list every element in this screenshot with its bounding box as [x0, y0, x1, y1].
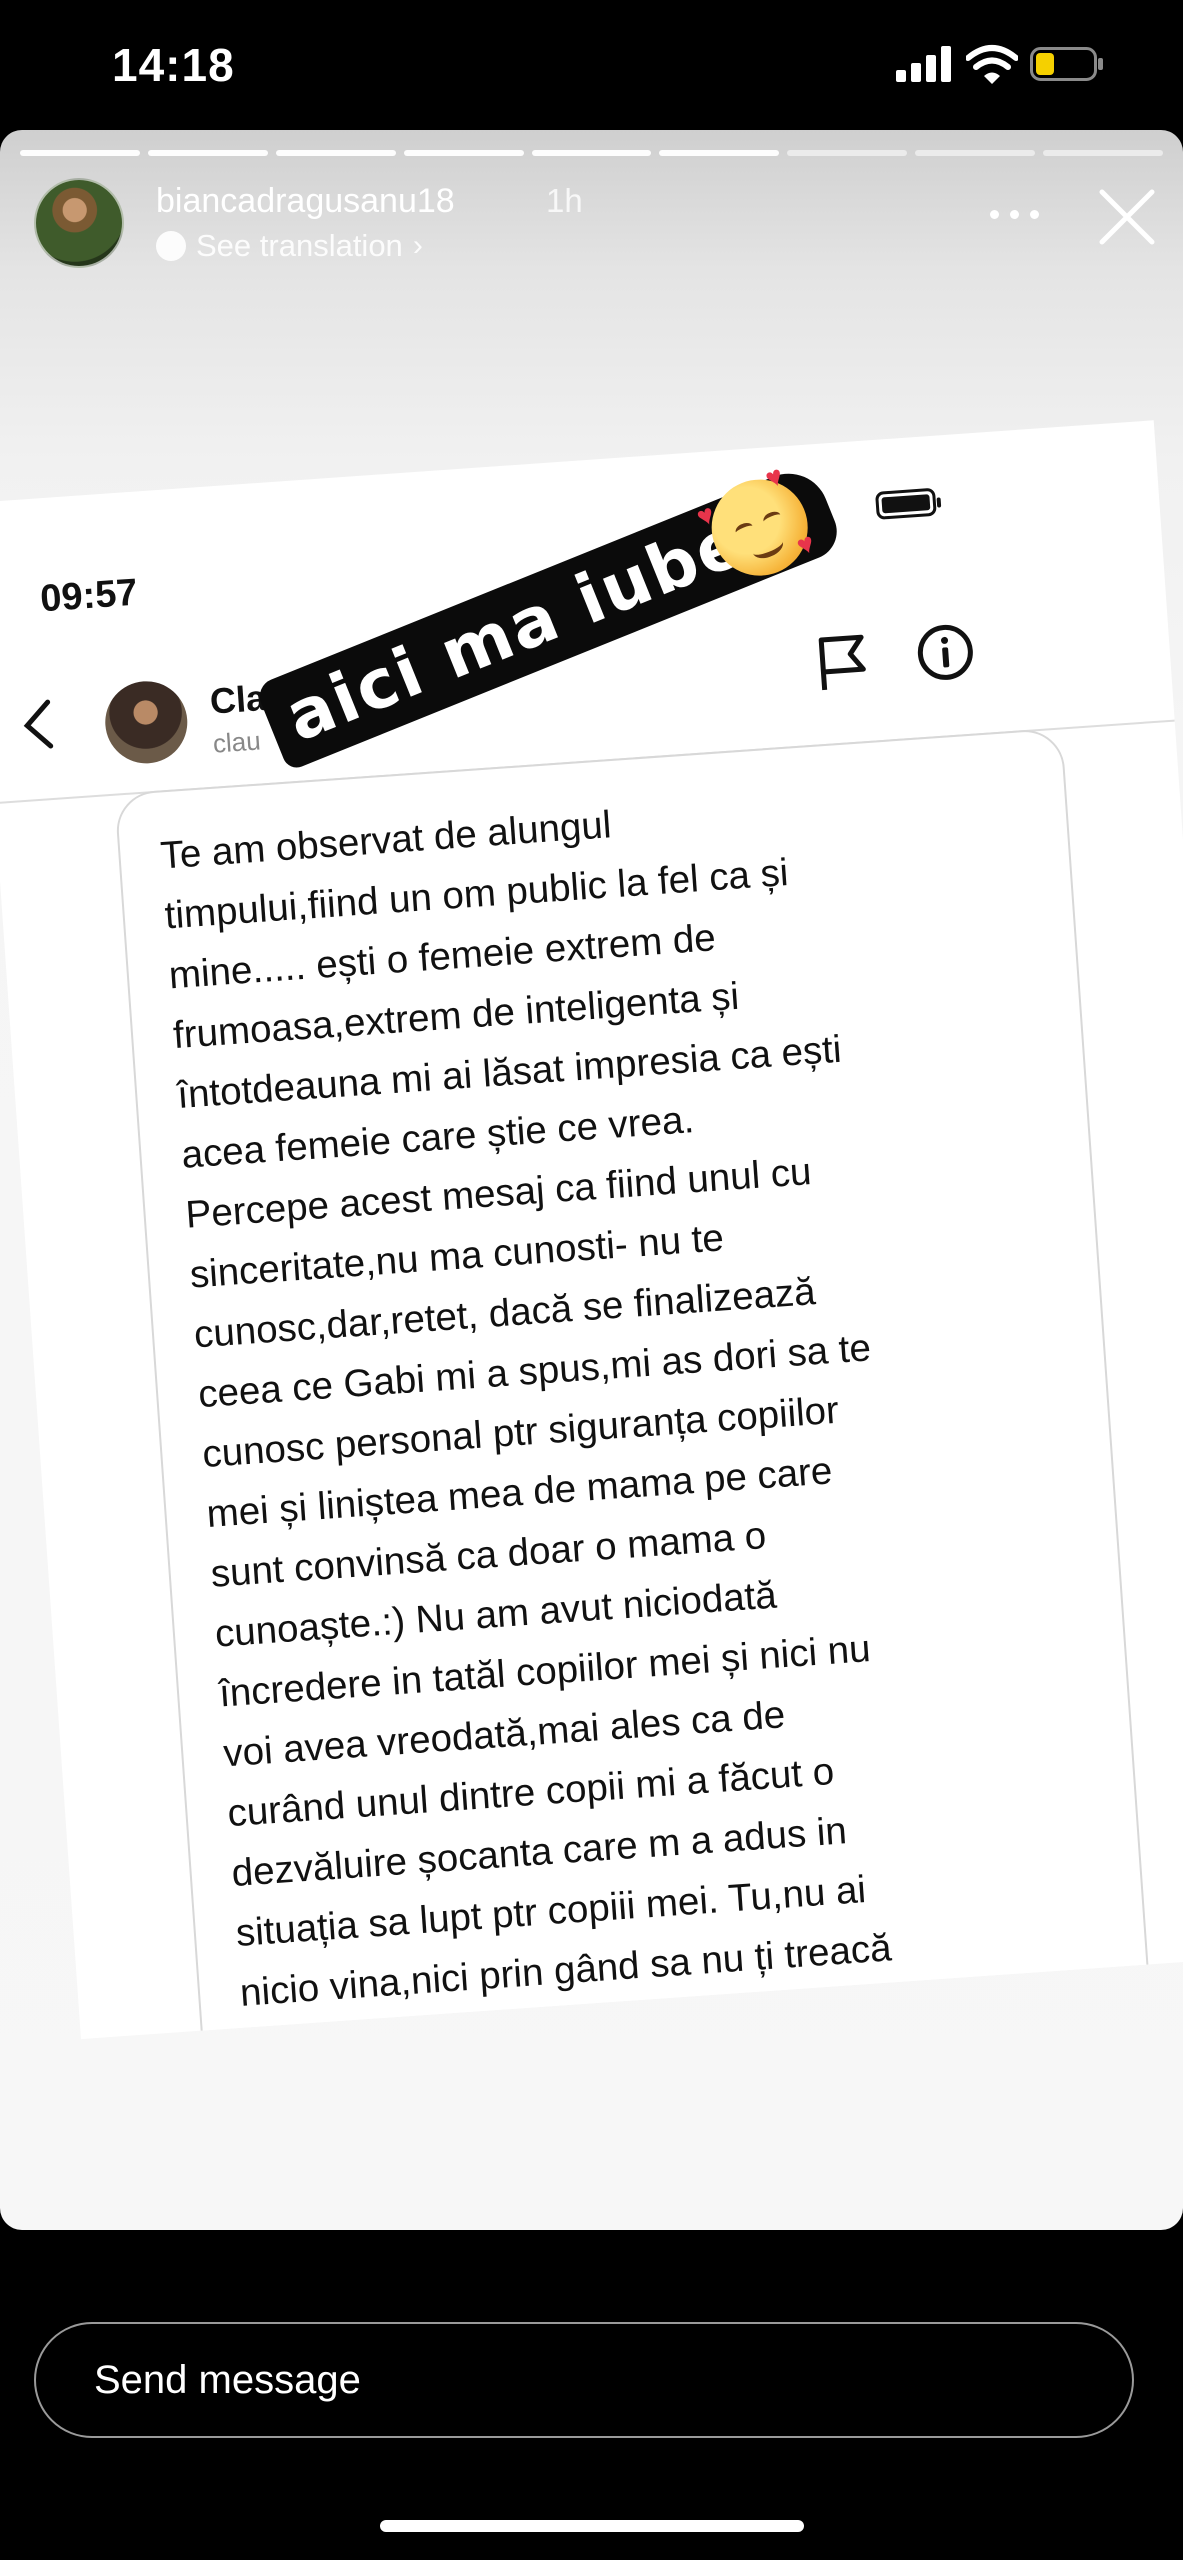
- translate-icon: [156, 231, 186, 261]
- status-bar: 14:18: [0, 0, 1183, 130]
- more-icon[interactable]: [990, 200, 1040, 230]
- story-progress-segment: [403, 150, 524, 156]
- contact-handle: clau: [211, 725, 262, 759]
- story-progress-segment: [20, 150, 140, 156]
- story-progress-segment: [915, 150, 1036, 156]
- story-header: biancadragusanu18 1h See translation ›: [0, 178, 1183, 278]
- close-icon[interactable]: [1098, 188, 1156, 246]
- signal-icon: [896, 46, 951, 82]
- screenshot-time: 09:57: [38, 571, 139, 621]
- dm-screenshot: 09:57 Claudia clau Te am observat de alu…: [0, 420, 1183, 2040]
- info-icon: [917, 624, 973, 680]
- chevron-right-icon: ›: [412, 229, 423, 262]
- home-indicator[interactable]: [380, 2520, 804, 2532]
- story-progress-segment: [147, 150, 268, 156]
- flag-icon: [818, 634, 866, 691]
- back-icon: [23, 699, 54, 749]
- story-age: 1h: [546, 182, 583, 219]
- story-viewer[interactable]: biancadragusanu18 1h See translation › 0…: [0, 130, 1183, 2230]
- story-progress-segment: [1043, 150, 1163, 156]
- see-translation-label: See translation: [196, 228, 403, 263]
- avatar[interactable]: [34, 178, 124, 268]
- story-username[interactable]: biancadragusanu18: [156, 182, 455, 221]
- status-time: 14:18: [112, 39, 235, 91]
- message-bubble: Te am observat de alungul timpului,fiind …: [114, 727, 1154, 2040]
- message-text: Te am observat de alungul timpului,fiind …: [159, 767, 1126, 2039]
- story-progress-segment: [787, 150, 908, 156]
- see-translation-link[interactable]: See translation ›: [156, 228, 423, 264]
- send-message-placeholder: Send message: [94, 2358, 361, 2402]
- contact-avatar: [102, 678, 191, 767]
- story-progress-segment: [275, 150, 396, 156]
- story-progress-bar: [0, 150, 1183, 156]
- battery-icon: [1030, 47, 1103, 81]
- story-progress-segment: [659, 150, 780, 156]
- wifi-icon: [966, 45, 1018, 84]
- message-line: spun ca sa știi și oricare ar fii aleger…: [246, 2024, 1108, 2039]
- send-message-input[interactable]: Send message: [34, 2322, 1134, 2438]
- story-progress-segment: [531, 150, 652, 156]
